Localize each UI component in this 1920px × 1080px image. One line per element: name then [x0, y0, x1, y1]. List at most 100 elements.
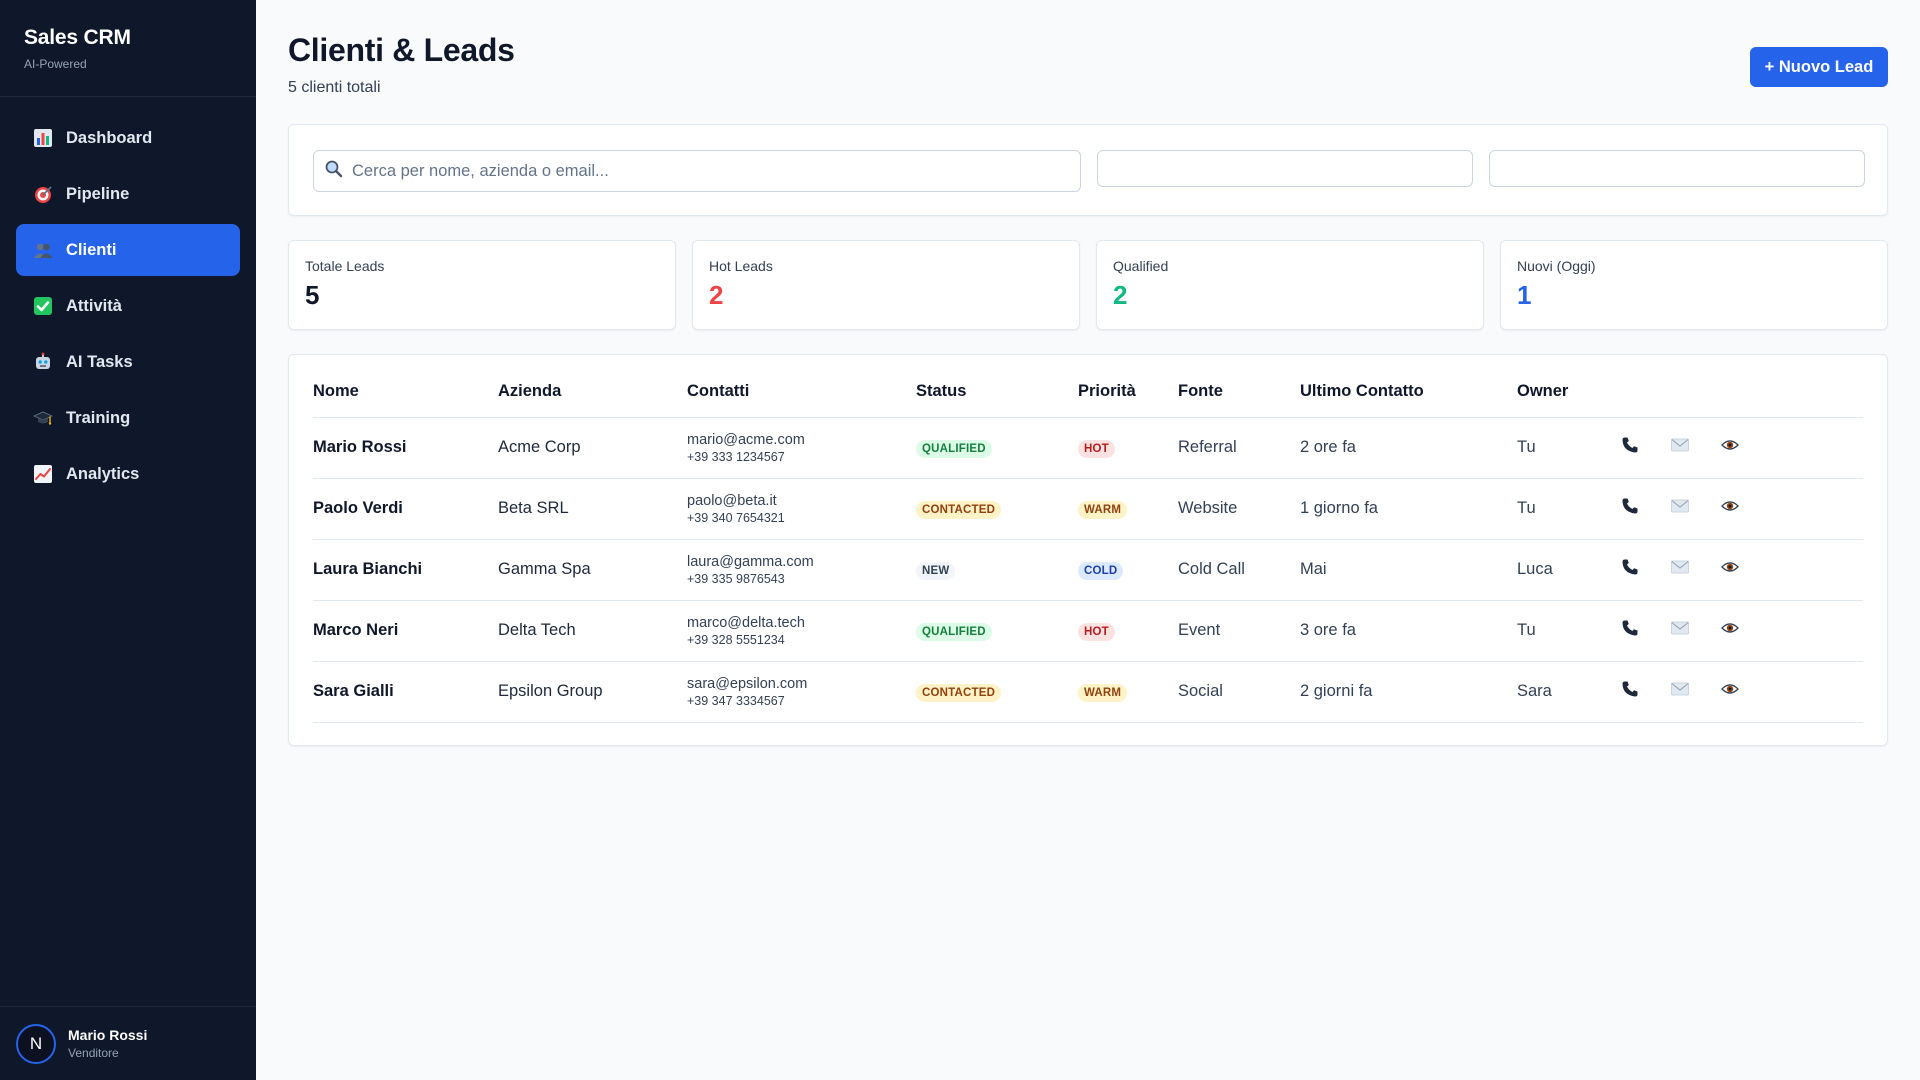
- search-icon: [324, 159, 344, 184]
- lead-company: Beta SRL: [498, 478, 687, 540]
- lead-contacts: marco@delta.tech +39 328 5551234: [687, 600, 916, 662]
- email-button[interactable]: [1671, 678, 1721, 706]
- new-lead-button[interactable]: + Nuovo Lead: [1750, 47, 1888, 87]
- eye-icon: [1721, 560, 1739, 579]
- stat-card: Nuovi (Oggi) 1: [1500, 240, 1888, 330]
- column-header: Ultimo Contatto: [1300, 367, 1517, 418]
- sidebar-item-dashboard[interactable]: Dashboard: [16, 112, 240, 164]
- lead-actions: [1621, 661, 1863, 723]
- lead-contacts: laura@gamma.com +39 335 9876543: [687, 539, 916, 601]
- sidebar-item-label: AI Tasks: [66, 352, 133, 371]
- user-profile[interactable]: N Mario Rossi Venditore: [0, 1006, 256, 1080]
- sidebar-item-training[interactable]: Training: [16, 392, 240, 444]
- email-button[interactable]: [1671, 495, 1721, 523]
- table-row[interactable]: Paolo Verdi Beta SRL paolo@beta.it +39 340 …: [313, 478, 1863, 540]
- lead-phone: +39 328 5551234: [687, 632, 785, 647]
- sidebar-item-analytics[interactable]: Analytics: [16, 448, 240, 500]
- lead-actions: [1621, 478, 1863, 540]
- lead-source: Website: [1178, 478, 1300, 540]
- trending-chart-icon: [32, 463, 54, 485]
- stat-value: 2: [709, 280, 724, 310]
- view-button[interactable]: [1721, 434, 1771, 462]
- row-actions: [1621, 495, 1863, 523]
- lead-name: Marco Neri: [313, 600, 498, 662]
- lead-last-contact: 1 giorno fa: [1300, 478, 1517, 540]
- column-header: Owner: [1517, 367, 1621, 418]
- table-row[interactable]: Sara Gialli Epsilon Group sara@epsilon.com…: [313, 661, 1863, 723]
- lead-phone: +39 340 7654321: [687, 510, 785, 525]
- table-row[interactable]: Mario Rossi Acme Corp mario@acme.com +39 33…: [313, 417, 1863, 479]
- eye-icon: [1721, 438, 1739, 457]
- stat-value: 5: [305, 280, 320, 310]
- lead-email: marco@delta.tech: [687, 614, 805, 631]
- sidebar-item-ai-tasks[interactable]: AI Tasks: [16, 336, 240, 388]
- phone-icon: [1621, 619, 1639, 642]
- lead-last-contact: 2 giorni fa: [1300, 661, 1517, 723]
- lead-company: Gamma Spa: [498, 539, 687, 601]
- lead-status-cell: NEW: [916, 539, 1078, 601]
- lead-owner: Tu: [1517, 600, 1621, 662]
- priority-badge: COLD: [1078, 561, 1124, 580]
- priority-filter-select[interactable]: [1489, 150, 1865, 187]
- lead-status-cell: CONTACTED: [916, 478, 1078, 540]
- eye-icon: [1721, 682, 1739, 701]
- lead-priority-cell: COLD: [1078, 539, 1178, 601]
- sidebar-item-attivit[interactable]: Attività: [16, 280, 240, 332]
- lead-owner: Luca: [1517, 539, 1621, 601]
- view-button[interactable]: [1721, 495, 1771, 523]
- sidebar-item-clienti[interactable]: Clienti: [16, 224, 240, 276]
- sidebar-item-pipeline[interactable]: Pipeline: [16, 168, 240, 220]
- people-icon: [32, 239, 54, 261]
- sidebar-item-label: Training: [66, 408, 131, 427]
- graduation-cap-icon: [32, 407, 54, 429]
- email-button[interactable]: [1671, 556, 1721, 584]
- column-header: Priorità: [1078, 367, 1178, 418]
- stat-label: Hot Leads: [709, 258, 773, 274]
- lead-actions: [1621, 539, 1863, 601]
- stat-card: Totale Leads 5: [288, 240, 676, 330]
- lead-last-contact: 2 ore fa: [1300, 417, 1517, 479]
- sidebar: Sales CRM AI-Powered Dashboard Pipeline Cl…: [0, 0, 256, 1080]
- lead-phone: +39 347 3334567: [687, 693, 785, 708]
- call-button[interactable]: [1621, 434, 1671, 462]
- call-button[interactable]: [1621, 495, 1671, 523]
- table-row[interactable]: Laura Bianchi Gamma Spa laura@gamma.com +39…: [313, 539, 1863, 601]
- lead-company: Epsilon Group: [498, 661, 687, 723]
- lead-contacts: mario@acme.com +39 333 1234567: [687, 417, 916, 479]
- lead-status-cell: QUALIFIED: [916, 417, 1078, 479]
- call-button[interactable]: [1621, 556, 1671, 584]
- eye-icon: [1721, 499, 1739, 518]
- avatar[interactable]: N: [16, 1023, 56, 1064]
- table-row[interactable]: Marco Neri Delta Tech marco@delta.tech +39 …: [313, 600, 1863, 662]
- sidebar-item-label: Clienti: [66, 240, 117, 259]
- search-box[interactable]: [313, 150, 1081, 192]
- stat-card: Qualified 2: [1096, 240, 1484, 330]
- sidebar-item-label: Pipeline: [66, 184, 130, 203]
- lead-name: Laura Bianchi: [313, 539, 498, 601]
- row-actions: [1621, 678, 1863, 706]
- leads-table-card: Nome Azienda Contatti Status Priorità Fonte Ul…: [288, 354, 1888, 746]
- view-button[interactable]: [1721, 556, 1771, 584]
- lead-company: Acme Corp: [498, 417, 687, 479]
- view-button[interactable]: [1721, 678, 1771, 706]
- search-input[interactable]: [352, 161, 1080, 181]
- envelope-icon: [1671, 682, 1689, 701]
- status-filter-select[interactable]: [1097, 150, 1473, 187]
- lead-email: sara@epsilon.com: [687, 675, 808, 692]
- call-button[interactable]: [1621, 678, 1671, 706]
- lead-email: laura@gamma.com: [687, 553, 814, 570]
- email-button[interactable]: [1671, 617, 1721, 645]
- stat-label: Totale Leads: [305, 258, 385, 274]
- column-header: Status: [916, 367, 1078, 418]
- lead-name: Paolo Verdi: [313, 478, 498, 540]
- view-button[interactable]: [1721, 617, 1771, 645]
- status-badge: QUALIFIED: [916, 622, 992, 641]
- eye-icon: [1721, 621, 1739, 640]
- robot-icon: [32, 351, 54, 373]
- email-button[interactable]: [1671, 434, 1721, 462]
- call-button[interactable]: [1621, 617, 1671, 645]
- stat-value: 2: [1113, 280, 1128, 310]
- priority-badge: HOT: [1078, 439, 1115, 458]
- lead-priority-cell: HOT: [1078, 417, 1178, 479]
- column-header-actions: [1621, 367, 1863, 418]
